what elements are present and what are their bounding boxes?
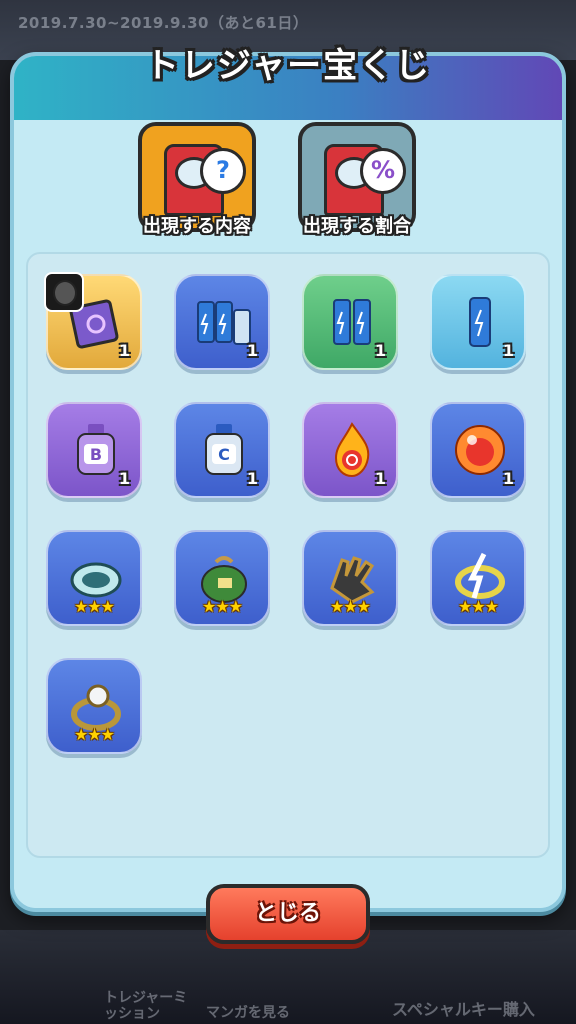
item-rarity-stars: ★★★ [201,597,243,616]
view-manga-label: マンガを見る [206,1005,290,1021]
item-cell[interactable]: 1 [302,402,398,498]
dialog-title: トレジャー宝くじ [144,46,432,86]
rates-button-label: 出現する割合 [303,216,411,237]
item-cell[interactable]: ★★★ [302,530,398,626]
item-cell[interactable]: 1 [44,272,142,370]
item-cell[interactable]: 1 [302,274,398,370]
percent-bubble-icon: % [360,148,406,194]
potion-c-icon: C [194,420,254,480]
treasure-mission-label: トレジャーミッション [104,990,188,1022]
special-key-purchase-label: スペシャルキー購入 [392,1000,535,1019]
svg-text:C: C [218,445,230,464]
item-quantity: 1 [246,469,258,488]
item-quantity: 1 [374,341,386,360]
item-quantity: 1 [502,469,514,488]
background-footer: トレジャーミッション マンガを見る スペシャルキー購入 [0,930,576,1024]
red-orb-icon [450,420,510,480]
item-quantity: 1 [374,469,386,488]
item-cell[interactable]: ★★★ [46,658,142,754]
event-date-range: 2019.7.30~2019.9.30（あと61日） [18,14,309,32]
item-cell[interactable]: ★★★ [174,530,270,626]
item-cell[interactable]: B1 [46,402,142,498]
item-quantity: 1 [246,341,258,360]
item-rarity-stars: ★★★ [73,597,115,616]
question-bubble-icon: ? [200,148,246,194]
item-cell[interactable]: ★★★ [46,530,142,626]
item-rarity-stars: ★★★ [329,597,371,616]
item-quantity: 1 [502,341,514,360]
fire-orb-icon [322,420,382,480]
close-button[interactable]: とじる [206,884,370,944]
item-quantity: 1 [118,341,130,360]
item-cell[interactable]: 1 [174,274,270,370]
battery-single-icon [450,292,510,352]
potion-b-icon: B [66,420,126,480]
item-rarity-stars: ★★★ [73,725,115,744]
item-rarity-stars: ★★★ [457,597,499,616]
item-quantity: 1 [118,469,130,488]
svg-text:B: B [90,445,102,464]
item-cell[interactable]: ★★★ [430,530,526,626]
contents-button-label: 出現する内容 [143,216,251,237]
item-cell[interactable]: 1 [430,402,526,498]
battery-triple-icon [194,292,254,352]
battery-double-icon [322,292,382,352]
character-badge-icon [44,272,84,312]
item-cell[interactable]: C1 [174,402,270,498]
item-cell[interactable]: 1 [430,274,526,370]
